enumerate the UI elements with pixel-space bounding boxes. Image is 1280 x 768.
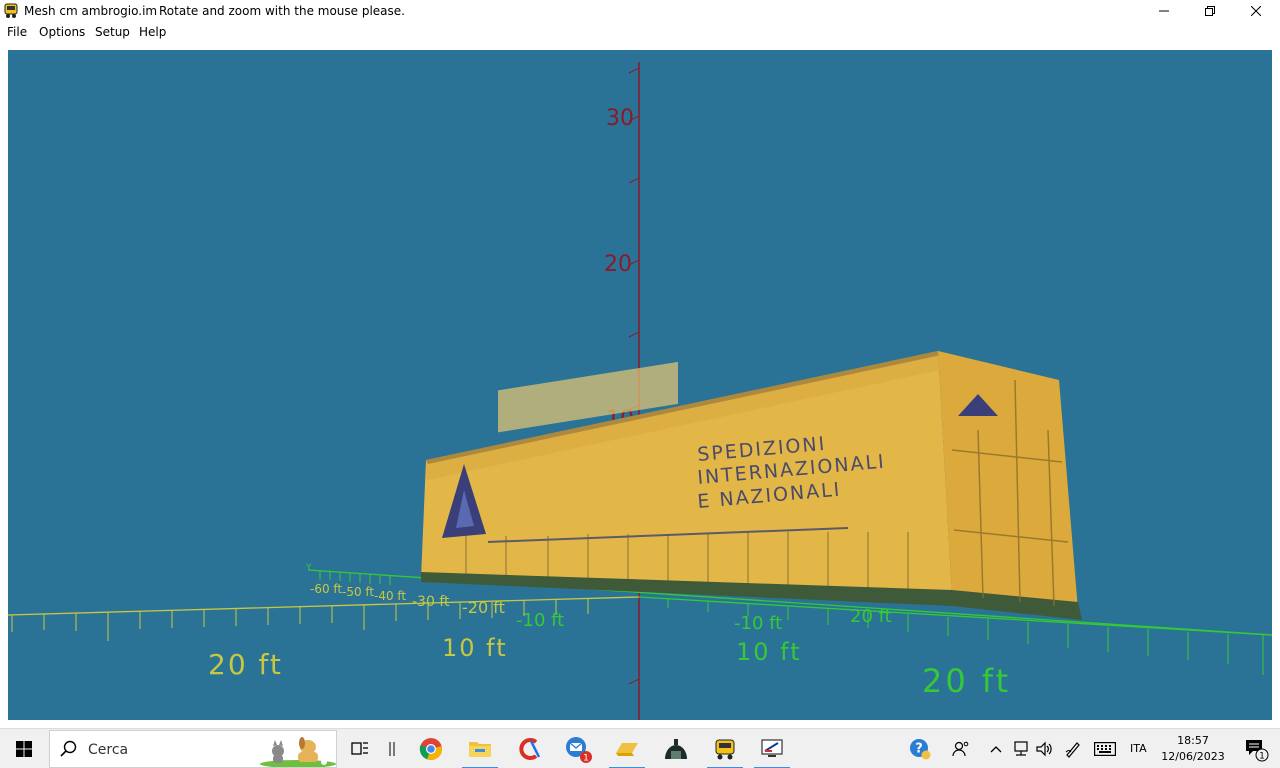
windows-icon — [16, 741, 32, 757]
restore-icon — [1205, 6, 1215, 16]
status-message: Rotate and zoom with the mouse please. — [159, 4, 405, 18]
x-axis-label: -60 ft — [310, 582, 342, 596]
people-tray-button[interactable] — [948, 729, 974, 768]
folder-icon — [469, 742, 491, 757]
cloud-folder-icon — [616, 743, 638, 756]
volume-tray-button[interactable] — [1034, 729, 1056, 768]
ccleaner-icon — [519, 738, 541, 760]
chevron-up-icon — [990, 746, 1002, 753]
notification-icon: 1 — [1246, 740, 1269, 762]
menu-bar: File Options Setup Help — [0, 22, 1280, 42]
file-explorer-button[interactable] — [456, 729, 504, 768]
menu-file[interactable]: File — [7, 25, 27, 39]
y-axis-label: 20 ft — [850, 606, 892, 627]
dome-app-button[interactable] — [652, 729, 700, 768]
search-highlight-pets-icon — [260, 737, 336, 767]
show-hidden-icons-button[interactable] — [988, 729, 1004, 768]
menu-setup[interactable]: Setup — [95, 25, 130, 39]
people-icon — [952, 741, 969, 757]
close-button[interactable] — [1233, 0, 1279, 22]
pen-icon — [1065, 742, 1080, 758]
keyboard-icon — [1094, 742, 1116, 756]
restore-button[interactable] — [1187, 0, 1233, 22]
dome-icon — [665, 739, 687, 759]
help-tray-button[interactable]: ? — [905, 729, 935, 768]
y-axis-label: -10 ft — [734, 613, 782, 634]
notification-count: 1 — [1259, 752, 1265, 762]
title-bar: Mesh cm ambrogio.im Rotate and zoom with… — [0, 0, 1280, 22]
start-button[interactable] — [0, 729, 48, 768]
x-axis-label: -20 ft — [462, 598, 505, 617]
notification-center-button[interactable]: 1 — [1236, 729, 1276, 768]
language-indicator[interactable]: ITA — [1130, 742, 1147, 755]
container-model: SPEDIZIONI INTERNAZIONALI E NAZIONALI — [421, 351, 1082, 620]
network-icon — [1014, 741, 1028, 756]
y-axis-label: 10 ft — [736, 638, 802, 666]
close-icon — [1251, 6, 1261, 16]
truck-app-icon — [4, 3, 18, 18]
taskbar: Cerca 1 ? ITA 18:57 12/06/2023 1 — [0, 728, 1280, 768]
screen-app-button[interactable] — [748, 729, 796, 768]
chrome-icon — [419, 738, 442, 761]
clock-time[interactable]: 18:57 — [1170, 734, 1216, 747]
touch-keyboard-button[interactable] — [1092, 729, 1118, 768]
minimize-button[interactable] — [1141, 0, 1187, 22]
clock-date[interactable]: 12/06/2023 — [1160, 750, 1226, 763]
y-axis-label: 20 ft — [922, 662, 1011, 700]
screen-app-icon — [761, 739, 783, 757]
truck-icon — [715, 739, 735, 760]
x-axis-label: -50 ft — [342, 585, 374, 599]
search-icon — [60, 740, 77, 757]
3d-viewport[interactable]: 30 20 10 20 ft 10 ft — [8, 50, 1272, 720]
chrome-button[interactable] — [407, 729, 455, 768]
search-box[interactable]: Cerca — [49, 730, 337, 768]
y-axis-label: -10 ft — [516, 610, 564, 631]
x-axis-label: -40 ft — [374, 589, 406, 603]
menu-options[interactable]: Options — [39, 25, 85, 39]
x-axis-label: 10 ft — [442, 634, 508, 662]
mail-button[interactable]: 1 — [554, 729, 602, 768]
container-rear — [938, 351, 1078, 610]
task-view-icon — [351, 742, 368, 755]
ambrogio-app-button[interactable] — [701, 729, 749, 768]
pen-tray-button[interactable] — [1062, 729, 1084, 768]
network-tray-button[interactable] — [1010, 729, 1032, 768]
minimize-icon — [1159, 10, 1169, 12]
help-info-icon: ? — [910, 739, 931, 760]
window-title: Mesh cm ambrogio.im — [24, 4, 158, 18]
y-axis-name: Y — [305, 563, 312, 573]
search-placeholder: Cerca — [88, 742, 129, 758]
menu-help[interactable]: Help — [139, 25, 166, 39]
scene-canvas: 30 20 10 20 ft 10 ft — [8, 62, 1272, 720]
divider-icon — [389, 742, 395, 756]
x-axis-label: 20 ft — [208, 648, 283, 681]
mail-icon: 1 — [566, 737, 592, 764]
z-tick-label: 30 — [606, 106, 634, 131]
x-axis-label: -30 ft — [412, 594, 450, 610]
ccleaner-button[interactable] — [506, 729, 554, 768]
z-tick-label: 20 — [604, 252, 632, 277]
onedrive-button[interactable] — [603, 729, 651, 768]
mail-badge: 1 — [583, 754, 589, 764]
speaker-icon — [1036, 741, 1052, 757]
